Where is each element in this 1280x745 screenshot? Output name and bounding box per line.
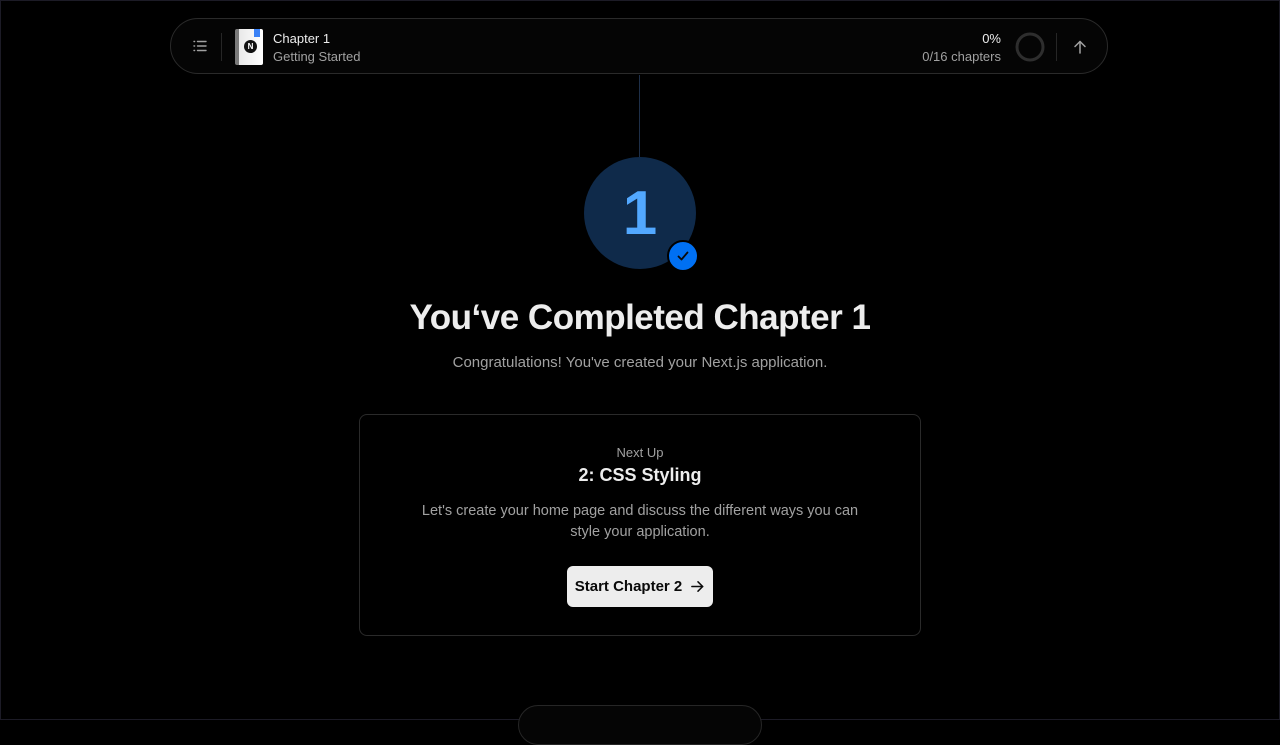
- list-icon: [193, 40, 207, 52]
- bookmark-icon: [254, 29, 260, 37]
- progress-count: 0/16 chapters: [922, 49, 1001, 64]
- arrow-right-icon: [691, 581, 704, 592]
- bottom-navigation-pill[interactable]: [518, 705, 762, 745]
- divider: [221, 33, 222, 61]
- start-chapter-label: Start Chapter 2: [574, 578, 683, 595]
- scroll-to-top-button[interactable]: [1065, 32, 1095, 62]
- next-chapter-description: Let's create your home page and discuss …: [421, 503, 859, 540]
- next-up-label: Next Up: [616, 445, 664, 460]
- progress-ring-icon: [1015, 32, 1045, 62]
- arrow-up-icon: [1074, 40, 1086, 54]
- progress-percent: 0%: [982, 31, 1001, 46]
- completed-check-icon: [667, 240, 699, 272]
- chapter-progress-bar: N Chapter 1 Getting Started 0% 0/16 chap…: [170, 18, 1108, 74]
- table-of-contents-button[interactable]: [185, 31, 215, 61]
- timeline-connector: [639, 75, 640, 157]
- next-chapter-title: 2: CSS Styling: [578, 465, 702, 485]
- start-chapter-button[interactable]: Start Chapter 2: [567, 566, 713, 607]
- completion-message: Congratulations! You've created your Nex…: [452, 354, 828, 371]
- chapter-subtitle: Getting Started: [273, 49, 361, 64]
- chapter-title: Chapter 1: [273, 31, 331, 46]
- completion-heading: You‘ve Completed Chapter 1: [409, 298, 871, 337]
- course-book-icon: N: [235, 29, 263, 65]
- nextjs-logo-icon: N: [244, 40, 257, 53]
- next-chapter-card: Next Up 2: CSS Styling Let's create your…: [359, 414, 921, 636]
- divider: [1056, 33, 1057, 61]
